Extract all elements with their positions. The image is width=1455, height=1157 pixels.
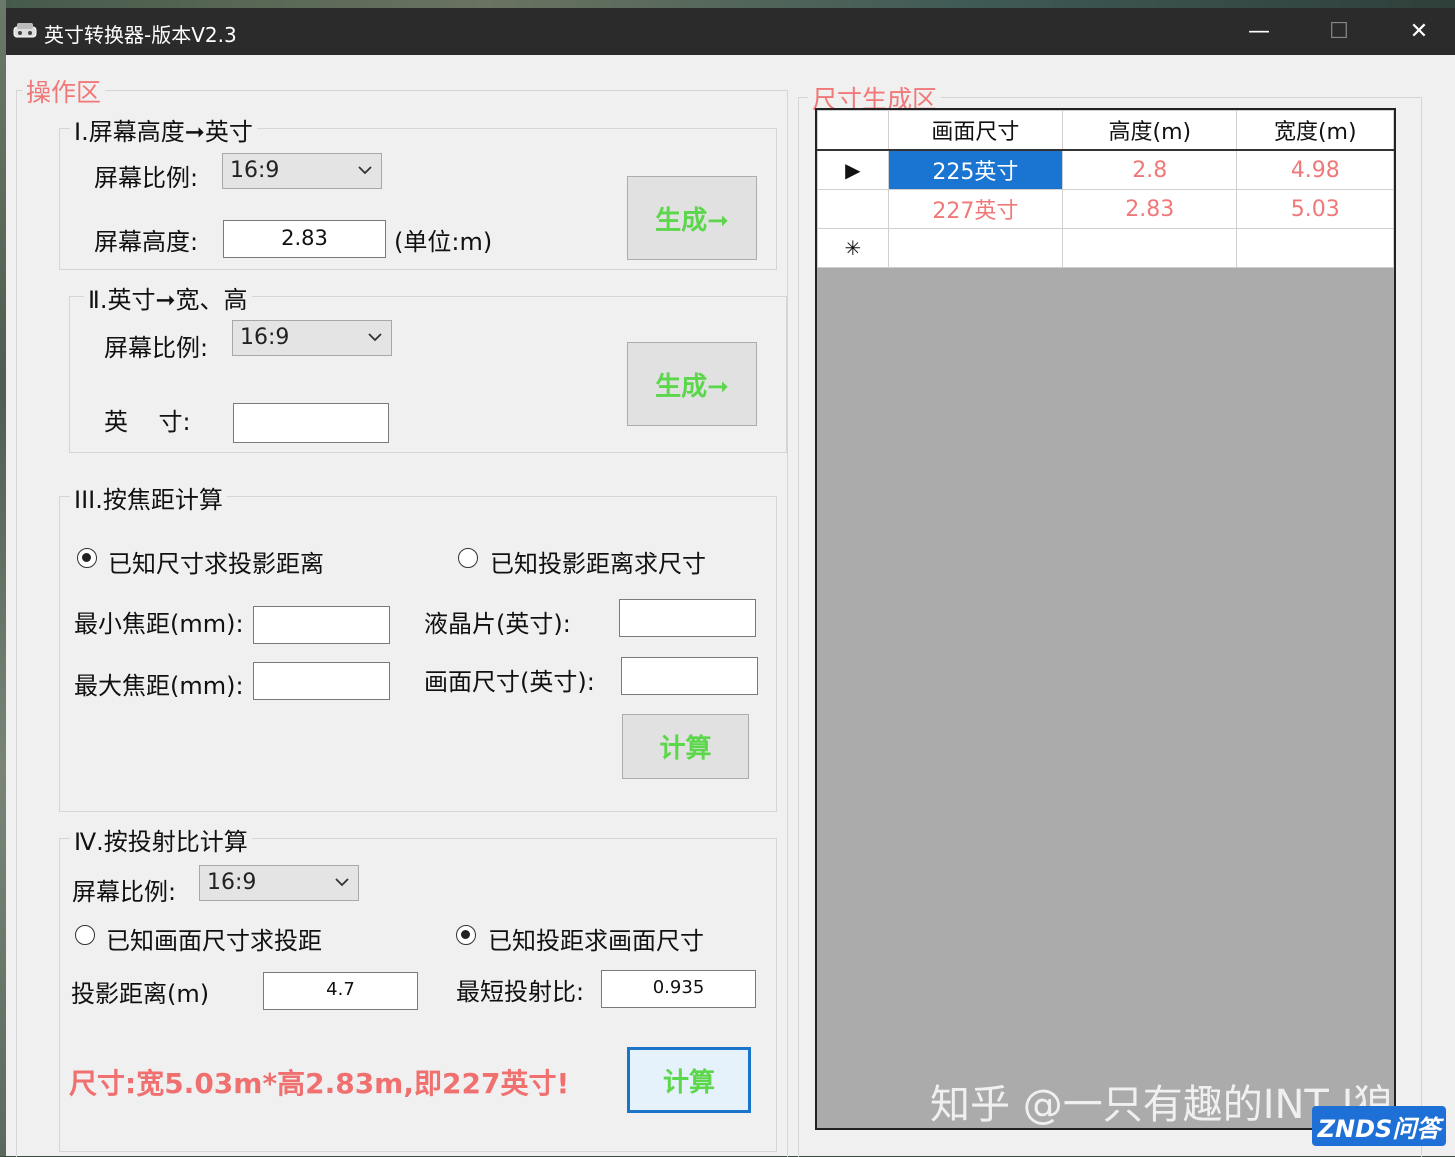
section3-lcd-label: 液晶片(英寸): (424, 610, 571, 638)
title-bar[interactable]: 英寸转换器-版本V2.3 — ☐ ✕ (6, 8, 1455, 55)
section2-ratio-select[interactable]: 16:9 (232, 320, 392, 356)
section4-calculate-button[interactable]: 计算 (627, 1047, 751, 1113)
section1-ratio-value: 16:9 (230, 158, 280, 183)
section1-height-label: 屏幕高度: (94, 228, 199, 256)
table-row[interactable]: 227英寸 2.83 5.03 (817, 189, 1394, 229)
section3-radio-distance-to-size[interactable] (458, 548, 478, 568)
table-row[interactable]: ▶ 225英寸 2.8 4.98 (817, 149, 1394, 190)
section4-throw-ratio-input[interactable]: 0.935 (601, 970, 756, 1008)
cell-height[interactable] (1062, 228, 1238, 268)
size-data-grid[interactable]: 画面尺寸 高度(m) 宽度(m) ▶ 225英寸 2.8 4.98 227英寸 … (815, 108, 1396, 1130)
section4-ratio-select[interactable]: 16:9 (199, 865, 359, 901)
cell-size[interactable]: 227英寸 (887, 189, 1064, 229)
row-header[interactable] (817, 189, 889, 229)
section3-legend: III.按焦距计算 (70, 480, 227, 515)
column-header-size[interactable]: 画面尺寸 (887, 110, 1064, 151)
desktop-background-top (0, 0, 1455, 8)
section3-max-focal-input[interactable] (253, 662, 390, 700)
section1-unit-label: (单位:m) (394, 228, 493, 256)
section3-lcd-input[interactable] (619, 599, 756, 637)
minimize-button[interactable]: — (1219, 8, 1299, 55)
section4-radio-size-to-distance[interactable] (75, 925, 95, 945)
section4-distance-label: 投影距离(m) (71, 980, 210, 1008)
section2-inch-input[interactable] (233, 403, 389, 443)
section2-ratio-label: 屏幕比例: (104, 334, 209, 362)
section1-legend: I.屏幕高度➞英寸 (70, 112, 257, 147)
znds-badge: ZNDS问答 (1312, 1106, 1446, 1146)
cell-height[interactable]: 2.8 (1062, 149, 1238, 190)
new-row-icon[interactable]: ✳ (817, 228, 889, 268)
cell-size[interactable] (887, 228, 1064, 268)
section3-min-focal-input[interactable] (253, 606, 390, 644)
section4-ratio-value: 16:9 (207, 870, 257, 895)
section3-radio-size-to-distance[interactable] (77, 548, 97, 568)
section4-throw-ratio-label: 最短投射比: (456, 978, 585, 1006)
app-icon (13, 23, 37, 38)
result-text: 尺寸:宽5.03m*高2.83m,即227英寸! (69, 1067, 570, 1100)
cell-width[interactable]: 4.98 (1236, 149, 1394, 190)
column-header-width[interactable]: 宽度(m) (1236, 110, 1394, 151)
table-header-row: 画面尺寸 高度(m) 宽度(m) (817, 110, 1394, 151)
operation-area-legend: 操作区 (22, 73, 106, 109)
section4-legend: Ⅳ.按投射比计算 (70, 822, 252, 857)
cell-size[interactable]: 225英寸 (887, 149, 1064, 190)
section4-distance-input[interactable]: 4.7 (263, 972, 418, 1010)
row-current-icon[interactable]: ▶ (817, 149, 889, 190)
column-header-height[interactable]: 高度(m) (1062, 110, 1238, 151)
section4-radio1-label: 已知画面尺寸求投距 (106, 927, 322, 955)
cell-width[interactable] (1236, 228, 1394, 268)
section1-generate-button[interactable]: 生成➞ (627, 176, 757, 260)
section4-ratio-label: 屏幕比例: (72, 878, 177, 906)
section3-screen-size-label: 画面尺寸(英寸): (424, 668, 595, 696)
chevron-down-icon (358, 166, 372, 175)
section2-ratio-value: 16:9 (240, 325, 290, 350)
section3-radio1-label: 已知尺寸求投影距离 (108, 550, 324, 578)
maximize-button[interactable]: ☐ (1299, 8, 1379, 55)
section1-height-input[interactable]: 2.83 (223, 220, 386, 258)
section2-inch-label: 英 寸: (104, 408, 191, 436)
size-table: 画面尺寸 高度(m) 宽度(m) ▶ 225英寸 2.8 4.98 227英寸 … (817, 110, 1394, 268)
table-row-new[interactable]: ✳ (817, 228, 1394, 268)
section2-legend: Ⅱ.英寸➞宽、高 (84, 280, 252, 315)
window-title: 英寸转换器-版本V2.3 (44, 23, 237, 47)
section4-radio2-label: 已知投距求画面尺寸 (488, 927, 704, 955)
section3-calculate-button[interactable]: 计算 (622, 714, 749, 779)
section3-screen-size-input[interactable] (621, 657, 758, 695)
close-button[interactable]: ✕ (1379, 8, 1455, 55)
chevron-down-icon (368, 333, 382, 342)
section3-min-focal-label: 最小焦距(mm): (74, 610, 244, 638)
section1-ratio-label: 屏幕比例: (94, 164, 199, 192)
section3-max-focal-label: 最大焦距(mm): (74, 672, 244, 700)
row-header-corner (817, 110, 889, 151)
section3-radio2-label: 已知投影距离求尺寸 (490, 550, 706, 578)
section2-generate-button[interactable]: 生成➞ (627, 342, 757, 426)
section1-ratio-select[interactable]: 16:9 (222, 153, 382, 189)
cell-width[interactable]: 5.03 (1236, 189, 1394, 229)
cell-height[interactable]: 2.83 (1062, 189, 1238, 229)
chevron-down-icon (335, 878, 349, 887)
section4-radio-distance-to-size[interactable] (456, 925, 476, 945)
